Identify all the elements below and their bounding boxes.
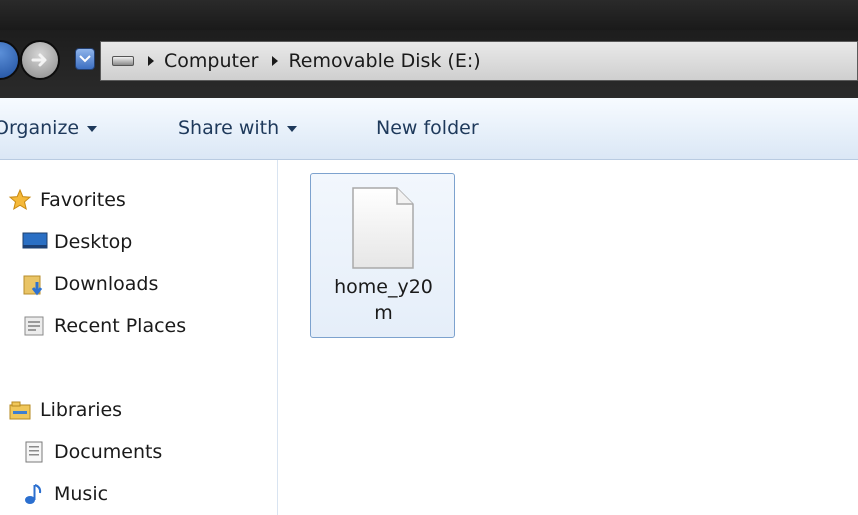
nav-item-music[interactable]: Music: [22, 482, 108, 506]
downloads-icon: [22, 272, 46, 296]
new-folder-button[interactable]: New folder: [376, 117, 479, 139]
forward-button[interactable]: [20, 40, 60, 80]
nav-libraries-label: Libraries: [40, 399, 123, 421]
address-bar-row: Computer Removable Disk (E:): [0, 30, 858, 128]
file-item[interactable]: home_y20m: [310, 173, 455, 338]
nav-item-desktop[interactable]: Desktop: [22, 230, 132, 254]
nav-item-documents[interactable]: Documents: [22, 440, 162, 464]
command-toolbar: Organize Share with New folder: [0, 98, 858, 160]
recent-pages-button[interactable]: [75, 48, 95, 70]
share-with-label: Share with: [178, 117, 280, 139]
breadcrumb-separator-icon[interactable]: [148, 56, 154, 66]
breadcrumb-computer[interactable]: Computer: [164, 50, 258, 72]
file-list-pane: home_y20m: [279, 160, 858, 515]
chevron-down-icon: [79, 55, 91, 63]
window-title-strip: [0, 0, 858, 30]
address-box[interactable]: Computer Removable Disk (E:): [100, 41, 858, 81]
chevron-down-icon: [87, 125, 98, 132]
share-with-button[interactable]: Share with: [178, 117, 298, 139]
breadcrumb-removable-disk[interactable]: Removable Disk (E:): [288, 50, 480, 72]
documents-icon: [22, 440, 46, 464]
chevron-down-icon: [287, 125, 298, 132]
generic-file-icon: [352, 187, 414, 269]
nav-favorites[interactable]: Favorites: [8, 188, 126, 212]
new-folder-label: New folder: [376, 117, 479, 139]
nav-item-downloads[interactable]: Downloads: [22, 272, 158, 296]
organize-button[interactable]: Organize: [0, 117, 98, 139]
back-button[interactable]: [0, 40, 20, 80]
nav-libraries[interactable]: Libraries: [8, 398, 122, 422]
music-icon: [22, 482, 46, 506]
recent-places-icon: [22, 314, 46, 338]
organize-label: Organize: [0, 117, 80, 139]
drive-icon: [112, 56, 134, 66]
forward-arrow-icon: [31, 53, 47, 67]
nav-item-label: Recent Places: [54, 315, 187, 337]
nav-item-label: Downloads: [54, 273, 159, 295]
star-icon: [8, 188, 32, 212]
nav-favorites-label: Favorites: [40, 189, 126, 211]
nav-item-label: Music: [54, 483, 109, 505]
navigation-pane: Favorites Desktop Downloads Recent Place…: [0, 160, 278, 515]
nav-item-label: Documents: [54, 441, 163, 463]
libraries-icon: [8, 398, 32, 422]
desktop-icon: [22, 230, 48, 254]
breadcrumb-separator-icon[interactable]: [272, 56, 279, 66]
nav-item-recent-places[interactable]: Recent Places: [22, 314, 186, 338]
file-name: home_y20m: [334, 276, 433, 324]
nav-item-label: Desktop: [54, 231, 133, 253]
